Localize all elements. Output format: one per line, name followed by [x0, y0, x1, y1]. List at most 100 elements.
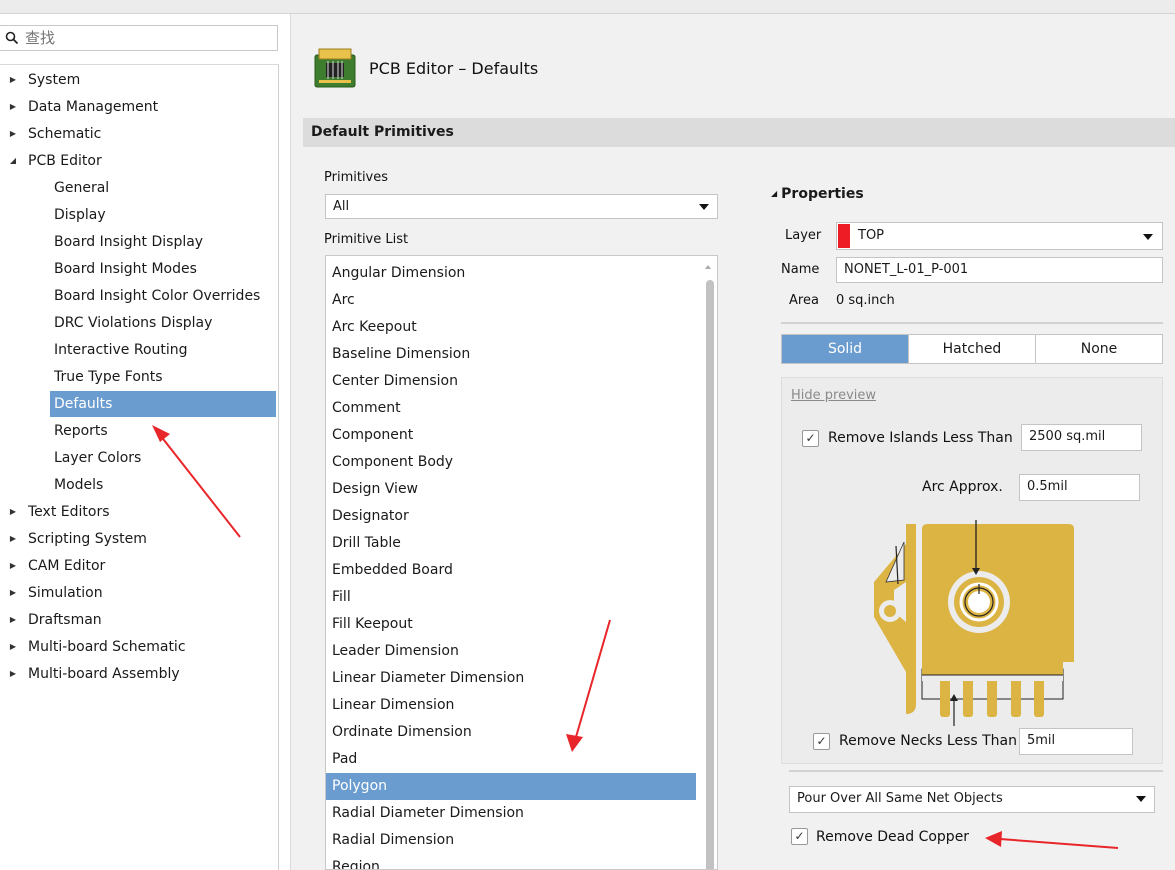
polygon-pour-diagram — [874, 520, 1074, 726]
tree-item-true-type-fonts[interactable]: True Type Fonts — [50, 365, 276, 389]
tree-item-general[interactable]: General — [50, 176, 276, 200]
expand-arrow-icon[interactable]: ▶ — [6, 527, 20, 551]
tree-item-system[interactable]: ▶ System — [6, 68, 80, 92]
list-item[interactable]: Linear Diameter Dimension — [326, 666, 696, 690]
fill-mode-selector[interactable]: Solid Hatched None — [781, 334, 1163, 364]
tree-item-cam-editor[interactable]: ▶ CAM Editor — [6, 554, 105, 578]
list-item[interactable]: Angular Dimension — [326, 261, 696, 285]
remove-necks-field[interactable]: 5mil — [1019, 728, 1133, 755]
removed-island-shape — [885, 541, 905, 583]
expand-arrow-icon[interactable]: ▶ — [6, 122, 20, 146]
expand-arrow-icon[interactable]: ▶ — [6, 608, 20, 632]
tree-item-simulation[interactable]: ▶ Simulation — [6, 581, 103, 605]
tree-item-display[interactable]: Display — [50, 203, 276, 227]
list-item[interactable]: Center Dimension — [326, 369, 696, 393]
tree-item-label: General — [54, 180, 110, 196]
tree-item-data-management[interactable]: ▶ Data Management — [6, 95, 158, 119]
tree-item-draftsman[interactable]: ▶ Draftsman — [6, 608, 102, 632]
expand-arrow-icon[interactable]: ▶ — [6, 581, 20, 605]
list-item[interactable]: Designator — [326, 504, 696, 528]
scrollbar-thumb[interactable] — [706, 280, 714, 869]
pour-mode-dropdown[interactable]: Pour Over All Same Net Objects — [789, 786, 1155, 813]
list-item[interactable]: Radial Dimension — [326, 828, 696, 852]
name-field[interactable]: NONET_L-01_P-001 — [836, 257, 1163, 283]
expand-arrow-icon[interactable]: ▶ — [6, 95, 20, 119]
finger-shape — [987, 677, 997, 717]
fill-mode-hatched-button[interactable]: Hatched — [909, 335, 1036, 363]
list-item[interactable]: Component Body — [326, 450, 696, 474]
list-item[interactable]: Pad — [326, 747, 696, 771]
tree-item-label: Simulation — [28, 585, 103, 601]
expand-arrow-icon[interactable]: ▶ — [6, 662, 20, 686]
section-header: Default Primitives — [303, 118, 1175, 147]
tree-item-schematic[interactable]: ▶ Schematic — [6, 122, 101, 146]
tree-item-label: Scripting System — [28, 531, 147, 547]
list-item[interactable]: Radial Diameter Dimension — [326, 801, 696, 825]
primitive-list[interactable]: Angular Dimension Arc Arc Keepout Baseli… — [325, 255, 718, 870]
list-item[interactable]: Arc — [326, 288, 696, 312]
name-value: NONET_L-01_P-001 — [844, 262, 969, 277]
list-item-selected[interactable]: Polygon — [326, 773, 696, 800]
tree-item-defaults[interactable]: Defaults — [50, 391, 276, 417]
tree-item-text-editors[interactable]: ▶ Text Editors — [6, 500, 110, 524]
list-item[interactable]: Fill Keepout — [326, 612, 696, 636]
tree-item-pcb-editor[interactable]: ◢ PCB Editor — [6, 149, 102, 173]
list-item[interactable]: Drill Table — [326, 531, 696, 555]
layer-value: TOP — [858, 228, 885, 243]
tree-item-board-insight-modes[interactable]: Board Insight Modes — [50, 257, 276, 281]
finger-shape — [940, 677, 950, 717]
fill-mode-solid-button[interactable]: Solid — [782, 335, 909, 363]
list-item[interactable]: Embedded Board — [326, 558, 696, 582]
list-item[interactable]: Ordinate Dimension — [326, 720, 696, 744]
finger-shape — [1011, 677, 1021, 717]
list-item[interactable]: Leader Dimension — [326, 639, 696, 663]
tree-item-layer-colors[interactable]: Layer Colors — [50, 446, 276, 470]
tree-item-interactive-routing[interactable]: Interactive Routing — [50, 338, 276, 362]
hide-preview-link[interactable]: Hide preview — [791, 388, 876, 403]
list-item[interactable]: Arc Keepout — [326, 315, 696, 339]
tree-item-label: Board Insight Display — [54, 234, 204, 250]
tree-item-label: Board Insight Color Overrides — [54, 288, 261, 304]
expand-arrow-icon[interactable]: ▶ — [6, 554, 20, 578]
search-input[interactable] — [25, 29, 255, 47]
expand-arrow-icon[interactable]: ▶ — [6, 635, 20, 659]
fill-mode-none-button[interactable]: None — [1036, 335, 1162, 363]
remove-necks-label: Remove Necks Less Than — [839, 733, 1017, 749]
expand-arrow-icon[interactable]: ▶ — [6, 68, 20, 92]
list-item[interactable]: Comment — [326, 396, 696, 420]
list-item[interactable]: Region — [326, 855, 696, 869]
list-item[interactable]: Baseline Dimension — [326, 342, 696, 366]
search-box[interactable] — [0, 25, 278, 51]
tree-item-multi-board-schematic[interactable]: ▶ Multi-board Schematic — [6, 635, 186, 659]
tree-item-drc-violations-display[interactable]: DRC Violations Display — [50, 311, 276, 335]
list-scrollbar[interactable] — [697, 256, 717, 869]
chevron-down-icon — [1143, 234, 1153, 240]
tree-item-reports[interactable]: Reports — [50, 419, 276, 443]
area-label: Area — [789, 293, 819, 308]
tree-item-multi-board-assembly[interactable]: ▶ Multi-board Assembly — [6, 662, 180, 686]
layer-dropdown[interactable]: TOP — [836, 222, 1163, 250]
list-item[interactable]: Fill — [326, 585, 696, 609]
island-shape — [884, 605, 896, 617]
tree-item-models[interactable]: Models — [50, 473, 276, 497]
tree-item-label: Draftsman — [28, 612, 102, 628]
copper-trace-shape — [906, 524, 916, 714]
remove-islands-field[interactable]: 2500 sq.mil — [1021, 424, 1142, 451]
scroll-up-icon[interactable] — [705, 265, 711, 269]
tree-item-board-insight-display[interactable]: Board Insight Display — [50, 230, 276, 254]
list-item[interactable]: Linear Dimension — [326, 693, 696, 717]
tree-item-scripting-system[interactable]: ▶ Scripting System — [6, 527, 147, 551]
remove-necks-checkbox[interactable]: ✓ — [813, 733, 830, 750]
remove-islands-checkbox[interactable]: ✓ — [802, 430, 819, 447]
tree-item-board-insight-color-overrides[interactable]: Board Insight Color Overrides — [50, 284, 276, 308]
expand-arrow-icon[interactable]: ▶ — [6, 500, 20, 524]
list-item[interactable]: Component — [326, 423, 696, 447]
remove-dead-copper-checkbox[interactable]: ✓ — [791, 828, 808, 845]
pad-hole-shape — [968, 591, 990, 613]
properties-header[interactable]: ◢ Properties — [771, 186, 864, 202]
list-item[interactable]: Design View — [326, 477, 696, 501]
primitives-dropdown[interactable]: All — [325, 194, 718, 219]
collapse-arrow-icon[interactable]: ◢ — [6, 149, 20, 173]
remove-islands-label: Remove Islands Less Than — [828, 430, 1013, 446]
finger-base-shape — [922, 662, 1063, 675]
